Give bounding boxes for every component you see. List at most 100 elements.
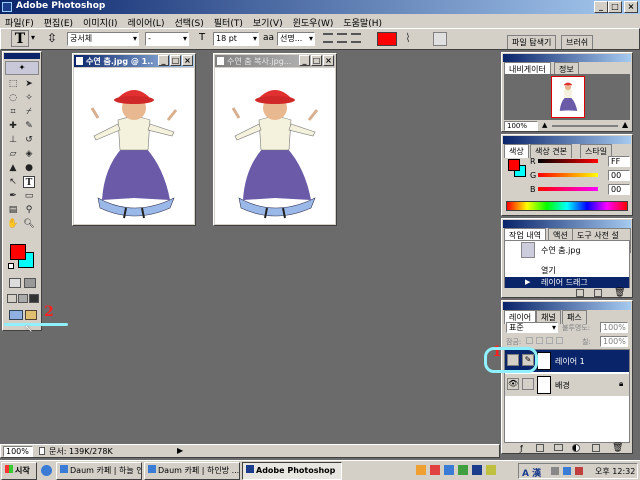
- new-document-icon[interactable]: [576, 289, 584, 297]
- tab-file-browser[interactable]: 파일 탐색기: [507, 35, 557, 49]
- pen-tool-icon[interactable]: ✒: [7, 190, 19, 202]
- add-mask-icon[interactable]: [536, 444, 544, 452]
- opacity-field[interactable]: 100%: [600, 322, 628, 333]
- lock-transparency-icon[interactable]: [526, 337, 533, 344]
- chevron-down-icon[interactable]: ▾: [31, 33, 35, 42]
- tray-app-icon[interactable]: [416, 465, 426, 475]
- channel-b-field[interactable]: 00: [608, 184, 630, 195]
- eyedropper-tool-icon[interactable]: ⚲: [23, 204, 35, 216]
- screen-mode-standard-icon[interactable]: [7, 294, 17, 303]
- layer-link-toggle[interactable]: [522, 378, 534, 390]
- text-orientation-icon[interactable]: ⇳: [47, 31, 57, 45]
- jump-to-imageready-icon[interactable]: [9, 310, 23, 320]
- align-right-icon[interactable]: [351, 33, 361, 43]
- document-1-canvas[interactable]: [74, 68, 194, 224]
- history-item-layer-drag[interactable]: ▶ 레이어 드래그: [505, 277, 629, 288]
- document-1-close-button[interactable]: ×: [182, 55, 193, 66]
- path-selection-tool-icon[interactable]: ↖: [7, 176, 19, 188]
- delete-layer-icon[interactable]: 🗑︎: [612, 443, 623, 453]
- tab-color[interactable]: 색상: [504, 144, 529, 158]
- tray-volume-icon[interactable]: [551, 467, 559, 475]
- document-1-title-bar[interactable]: 수연 춤.jpg @ 1... _ □ ×: [74, 55, 194, 67]
- add-layer-style-icon[interactable]: ƒ: [520, 444, 523, 453]
- crop-tool-icon[interactable]: ⌗: [7, 106, 19, 118]
- antialias-select[interactable]: 선명... ▾: [277, 32, 315, 46]
- marquee-tool-icon[interactable]: ⬚: [7, 78, 19, 90]
- channel-r-slider[interactable]: [538, 159, 598, 163]
- align-center-icon[interactable]: [337, 33, 347, 43]
- default-colors-icon[interactable]: [8, 263, 14, 269]
- color-ramp[interactable]: [506, 201, 628, 211]
- zoom-tool-icon[interactable]: 🔍︎: [23, 218, 35, 230]
- tab-brushes[interactable]: 브러쉬: [561, 35, 594, 49]
- task-daum-cafe-2[interactable]: Daum 카페 | 하인방 ...: [144, 462, 240, 480]
- status-menu-arrow-icon[interactable]: ▶: [177, 446, 183, 455]
- text-tool-icon[interactable]: T: [11, 30, 29, 47]
- layer-row-background[interactable]: 👁︎ 배경 🔒︎: [505, 374, 629, 396]
- document-2-canvas[interactable]: [215, 68, 335, 224]
- tab-paths[interactable]: 패스: [562, 310, 587, 324]
- tray-app-icon[interactable]: [444, 465, 454, 475]
- channel-b-slider[interactable]: [538, 187, 598, 191]
- quicklaunch-ie-icon[interactable]: [41, 465, 52, 476]
- close-button[interactable]: ×: [624, 1, 638, 13]
- channel-g-slider[interactable]: [538, 173, 598, 177]
- jump-to-imageready-icon-2[interactable]: [25, 310, 37, 320]
- clone-stamp-tool-icon[interactable]: ⊥: [7, 134, 19, 146]
- status-zoom-field[interactable]: 100%: [3, 446, 33, 457]
- color-foreground-swatch[interactable]: [508, 159, 520, 171]
- delete-icon[interactable]: 🗑︎: [614, 288, 625, 298]
- tray-app-icon[interactable]: [486, 465, 496, 475]
- document-2-close-button[interactable]: ×: [323, 55, 334, 66]
- tray-app-icon[interactable]: [430, 465, 440, 475]
- hand-tool-icon[interactable]: ✋: [7, 218, 19, 230]
- character-palette-icon[interactable]: [433, 32, 447, 46]
- document-2-title-bar[interactable]: 수연 춤 복사.jpg... _ □ ×: [215, 55, 335, 67]
- history-item-open[interactable]: 열기: [505, 265, 629, 276]
- align-left-icon[interactable]: [323, 33, 333, 43]
- tray-network-icon[interactable]: [563, 467, 571, 475]
- lasso-tool-icon[interactable]: ◌: [7, 92, 19, 104]
- lock-position-icon[interactable]: [546, 337, 553, 344]
- dodge-tool-icon[interactable]: ●: [23, 162, 35, 174]
- document-window-1[interactable]: 수연 춤.jpg @ 1... _ □ ×: [72, 53, 196, 226]
- blur-tool-icon[interactable]: ▲: [7, 162, 19, 174]
- task-adobe-photoshop[interactable]: Adobe Photoshop: [242, 462, 342, 480]
- move-tool-icon[interactable]: ➤: [23, 78, 35, 90]
- new-snapshot-icon[interactable]: [594, 289, 602, 297]
- channel-r-field[interactable]: FF: [608, 156, 630, 167]
- font-size-select[interactable]: 18 pt ▾: [213, 32, 259, 46]
- navigator-zoom-slider[interactable]: [552, 125, 618, 127]
- tray-language-indicator[interactable]: A 漢: [522, 466, 541, 479]
- screen-mode-full-icon[interactable]: [29, 294, 39, 303]
- maximize-button[interactable]: □: [608, 1, 622, 13]
- channel-g-field[interactable]: 00: [608, 170, 630, 181]
- brush-tool-icon[interactable]: ✎: [23, 120, 35, 132]
- slice-tool-icon[interactable]: ⌿: [23, 106, 35, 118]
- document-1-maximize-button[interactable]: □: [170, 55, 181, 66]
- quick-mask-mode-icon[interactable]: [24, 278, 36, 288]
- history-snapshot-row[interactable]: 수연 춤.jpg: [505, 241, 629, 259]
- document-window-2[interactable]: 수연 춤 복사.jpg... _ □ ×: [213, 53, 337, 226]
- eraser-tool-icon[interactable]: ▱: [7, 148, 19, 160]
- font-style-select[interactable]: - ▾: [145, 32, 189, 46]
- blend-mode-select[interactable]: 표준 ▾: [506, 322, 558, 333]
- magic-wand-tool-icon[interactable]: ✧: [23, 92, 35, 104]
- history-brush-tool-icon[interactable]: ↺: [23, 134, 35, 146]
- zoom-out-icon[interactable]: ▲: [542, 121, 547, 129]
- tray-security-icon[interactable]: [575, 467, 583, 475]
- tray-app-icon[interactable]: [472, 465, 482, 475]
- photoshop-logo-icon[interactable]: ✦: [5, 61, 39, 75]
- font-family-select[interactable]: 궁서체 ▾: [67, 32, 139, 46]
- lock-all-icon[interactable]: [556, 337, 563, 344]
- start-button[interactable]: 시작: [1, 462, 37, 480]
- navigator-zoom-field[interactable]: 100%: [504, 121, 538, 131]
- document-1-minimize-button[interactable]: _: [158, 55, 169, 66]
- type-tool-icon[interactable]: T: [23, 176, 35, 188]
- standard-mode-icon[interactable]: [9, 278, 21, 288]
- notes-tool-icon[interactable]: ▤: [7, 204, 19, 216]
- healing-brush-tool-icon[interactable]: ✚: [7, 120, 19, 132]
- tab-swatches[interactable]: 색상 견본: [530, 144, 572, 158]
- paint-bucket-tool-icon[interactable]: ◈: [23, 148, 35, 160]
- adjustment-layer-icon[interactable]: [572, 444, 580, 452]
